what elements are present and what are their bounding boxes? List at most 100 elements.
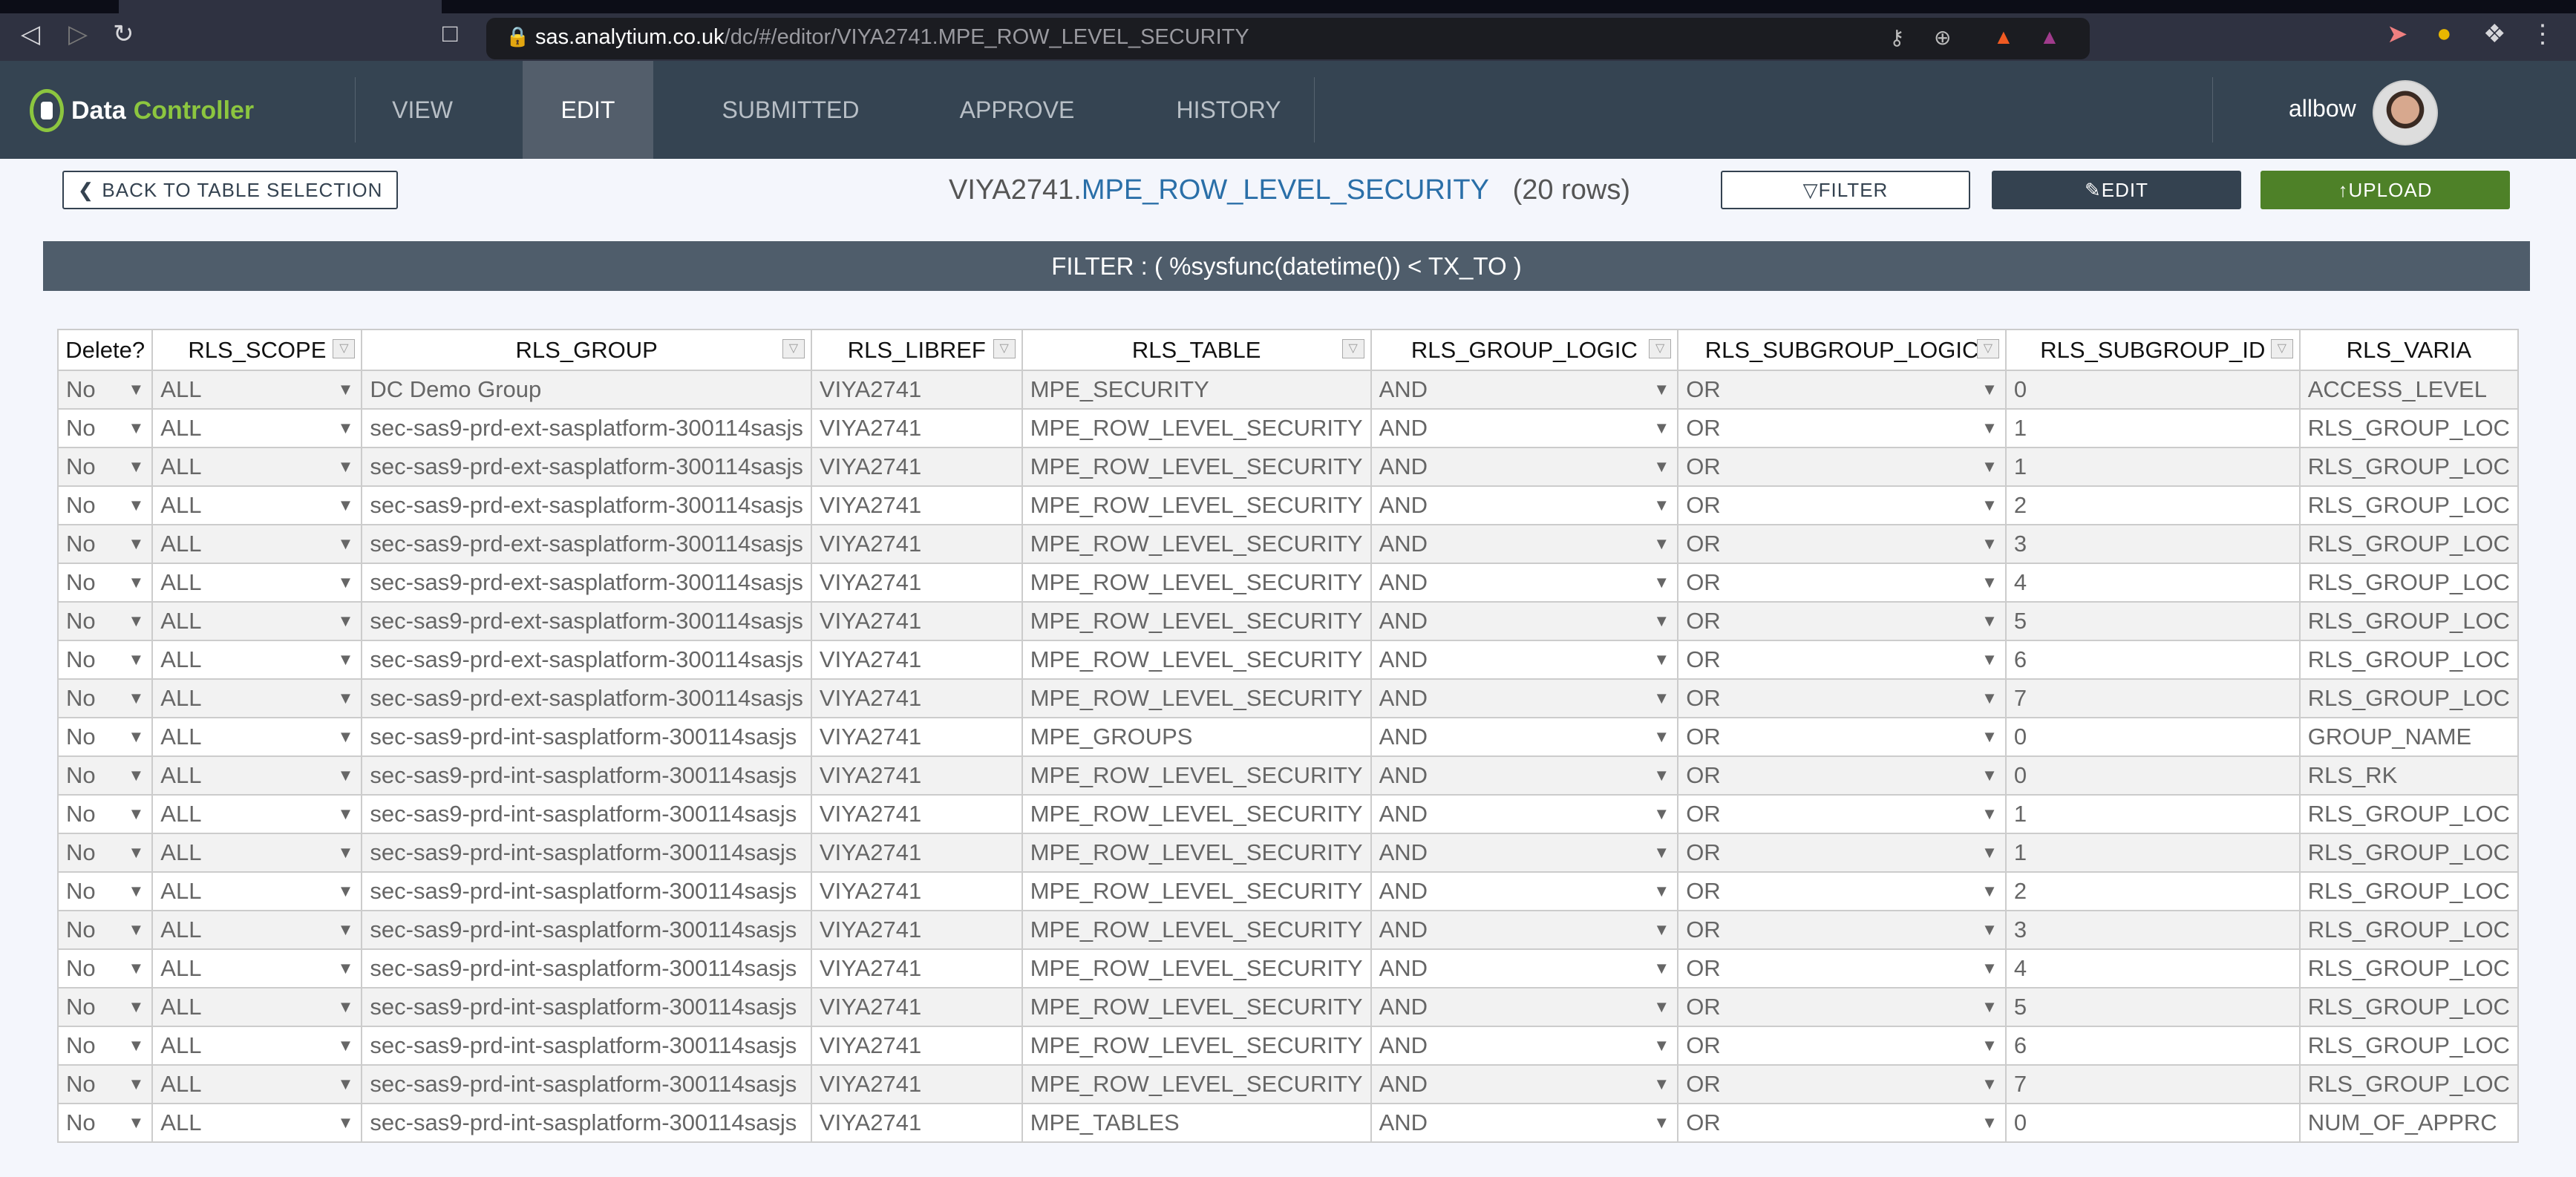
table-cell[interactable]: MPE_SECURITY	[1021, 370, 1372, 410]
table-cell[interactable]: ALL ▼	[151, 755, 363, 796]
nav-submitted[interactable]: SUBMITTED	[698, 61, 883, 159]
table-cell[interactable]: VIYA2741	[810, 601, 1023, 641]
dropdown-arrow-icon[interactable]: ▼	[1653, 380, 1670, 399]
table-cell[interactable]: 1	[2004, 794, 2301, 834]
table-cell[interactable]: VIYA2741	[810, 447, 1023, 487]
dropdown-arrow-icon[interactable]: ▼	[338, 997, 354, 1017]
dropdown-arrow-icon[interactable]: ▼	[128, 650, 145, 669]
dropdown-arrow-icon[interactable]: ▼	[338, 419, 354, 438]
table-cell[interactable]: RLS_GROUP_LOC	[2298, 910, 2519, 950]
table-cell[interactable]: 0	[2004, 370, 2301, 410]
table-cell[interactable]: AND ▼	[1370, 563, 1679, 603]
table-cell[interactable]: RLS_RK	[2298, 755, 2519, 796]
table-cell[interactable]: RLS_GROUP_LOC	[2298, 524, 2519, 564]
table-cell[interactable]: VIYA2741	[810, 1026, 1023, 1066]
table-cell[interactable]: VIYA2741	[810, 640, 1023, 680]
dropdown-arrow-icon[interactable]: ▼	[1981, 804, 1998, 824]
dropdown-arrow-icon[interactable]: ▼	[128, 727, 145, 747]
table-cell[interactable]: VIYA2741	[810, 1103, 1023, 1143]
dropdown-arrow-icon[interactable]: ▼	[338, 959, 354, 978]
dropdown-arrow-icon[interactable]: ▼	[128, 997, 145, 1017]
menu-icon[interactable]: ⋮	[2530, 19, 2555, 49]
table-cell[interactable]: 3	[2004, 524, 2301, 564]
table-cell[interactable]: No ▼	[57, 987, 154, 1027]
table-cell[interactable]: ALL ▼	[151, 678, 363, 718]
table-cell[interactable]: AND ▼	[1370, 370, 1679, 410]
table-cell[interactable]: VIYA2741	[810, 755, 1023, 796]
table-cell[interactable]: RLS_GROUP_LOC	[2298, 408, 2519, 448]
table-cell[interactable]: RLS_GROUP_LOC	[2298, 948, 2519, 989]
table-cell[interactable]: OR ▼	[1677, 1103, 2007, 1143]
table-cell[interactable]: RLS_GROUP_LOC	[2298, 987, 2519, 1027]
table-cell[interactable]: VIYA2741	[810, 948, 1023, 989]
table-cell[interactable]: AND ▼	[1370, 524, 1679, 564]
nav-history[interactable]: HISTORY	[1158, 61, 1299, 159]
table-cell[interactable]: No ▼	[57, 640, 154, 680]
table-cell[interactable]: RLS_GROUP_LOC	[2298, 871, 2519, 911]
table-cell[interactable]: OR ▼	[1677, 948, 2007, 989]
column-header[interactable]: RLS_SUBGROUP_LOGIC ▽	[1677, 329, 2007, 371]
nav-view[interactable]: VIEW	[355, 61, 490, 159]
dropdown-arrow-icon[interactable]: ▼	[1653, 997, 1670, 1017]
table-cell[interactable]: AND ▼	[1370, 408, 1679, 448]
table-cell[interactable]: sec-sas9-prd-ext-sasplatform-300114sasjs	[361, 485, 812, 525]
table-cell[interactable]: MPE_ROW_LEVEL_SECURITY	[1021, 563, 1372, 603]
table-cell[interactable]: No ▼	[57, 1103, 154, 1143]
table-cell[interactable]: MPE_ROW_LEVEL_SECURITY	[1021, 601, 1372, 641]
table-cell[interactable]: VIYA2741	[810, 678, 1023, 718]
table-cell[interactable]: RLS_GROUP_LOC	[2298, 1026, 2519, 1066]
dropdown-arrow-icon[interactable]: ▼	[128, 843, 145, 862]
table-cell[interactable]: VIYA2741	[810, 794, 1023, 834]
browser-tab-active[interactable]	[119, 0, 442, 13]
table-cell[interactable]: ALL ▼	[151, 987, 363, 1027]
table-cell[interactable]: No ▼	[57, 910, 154, 950]
dropdown-arrow-icon[interactable]: ▼	[1981, 766, 1998, 785]
back-to-table-selection-button[interactable]: ❮ BACK TO TABLE SELECTION	[62, 171, 398, 209]
table-cell[interactable]: sec-sas9-prd-ext-sasplatform-300114sasjs	[361, 447, 812, 487]
table-cell[interactable]: ALL ▼	[151, 948, 363, 989]
table-cell[interactable]: sec-sas9-prd-ext-sasplatform-300114sasjs	[361, 678, 812, 718]
dropdown-arrow-icon[interactable]: ▼	[1981, 997, 1998, 1017]
table-cell[interactable]: 2	[2004, 871, 2301, 911]
table-cell[interactable]: DC Demo Group	[361, 370, 812, 410]
dropdown-arrow-icon[interactable]: ▼	[1981, 612, 1998, 631]
table-cell[interactable]: OR ▼	[1677, 1026, 2007, 1066]
table-cell[interactable]: MPE_ROW_LEVEL_SECURITY	[1021, 948, 1372, 989]
table-cell[interactable]: AND ▼	[1370, 640, 1679, 680]
extension-icon[interactable]: ●	[2436, 19, 2452, 48]
table-cell[interactable]: OR ▼	[1677, 678, 2007, 718]
column-header[interactable]: RLS_GROUP_LOGIC ▽	[1370, 329, 1679, 371]
dropdown-arrow-icon[interactable]: ▼	[1653, 1113, 1670, 1132]
table-cell[interactable]: MPE_ROW_LEVEL_SECURITY	[1021, 1064, 1372, 1104]
column-header[interactable]: RLS_VARIA	[2298, 329, 2519, 371]
table-cell[interactable]: ACCESS_LEVEL	[2298, 370, 2519, 410]
table-cell[interactable]: MPE_ROW_LEVEL_SECURITY	[1021, 408, 1372, 448]
dropdown-arrow-icon[interactable]: ▼	[1653, 1075, 1670, 1094]
table-cell[interactable]: MPE_ROW_LEVEL_SECURITY	[1021, 833, 1372, 873]
table-cell[interactable]: sec-sas9-prd-int-sasplatform-300114sasjs	[361, 1064, 812, 1104]
column-header[interactable]: RLS_LIBREF ▽	[810, 329, 1023, 371]
table-cell[interactable]: MPE_ROW_LEVEL_SECURITY	[1021, 485, 1372, 525]
key-icon[interactable]: ⚷	[1889, 25, 1905, 50]
table-cell[interactable]: ALL ▼	[151, 563, 363, 603]
table-cell[interactable]: AND ▼	[1370, 948, 1679, 989]
table-cell[interactable]: ALL ▼	[151, 1064, 363, 1104]
table-cell[interactable]: ALL ▼	[151, 601, 363, 641]
dropdown-arrow-icon[interactable]: ▼	[128, 573, 145, 592]
table-cell[interactable]: ALL ▼	[151, 794, 363, 834]
dropdown-arrow-icon[interactable]: ▼	[1981, 689, 1998, 708]
dropdown-arrow-icon[interactable]: ▼	[338, 534, 354, 554]
table-cell[interactable]: ALL ▼	[151, 447, 363, 487]
column-header[interactable]: RLS_SCOPE ▽	[151, 329, 363, 371]
table-cell[interactable]: VIYA2741	[810, 871, 1023, 911]
bookmark-icon[interactable]: □	[442, 19, 458, 48]
table-cell[interactable]: 5	[2004, 987, 2301, 1027]
table-cell[interactable]: AND ▼	[1370, 755, 1679, 796]
table-cell[interactable]: ALL ▼	[151, 485, 363, 525]
dropdown-arrow-icon[interactable]: ▼	[128, 457, 145, 476]
table-cell[interactable]: OR ▼	[1677, 910, 2007, 950]
dropdown-arrow-icon[interactable]: ▼	[1653, 727, 1670, 747]
table-cell[interactable]: sec-sas9-prd-ext-sasplatform-300114sasjs	[361, 640, 812, 680]
table-cell[interactable]: No ▼	[57, 524, 154, 564]
dropdown-arrow-icon[interactable]: ▼	[338, 689, 354, 708]
